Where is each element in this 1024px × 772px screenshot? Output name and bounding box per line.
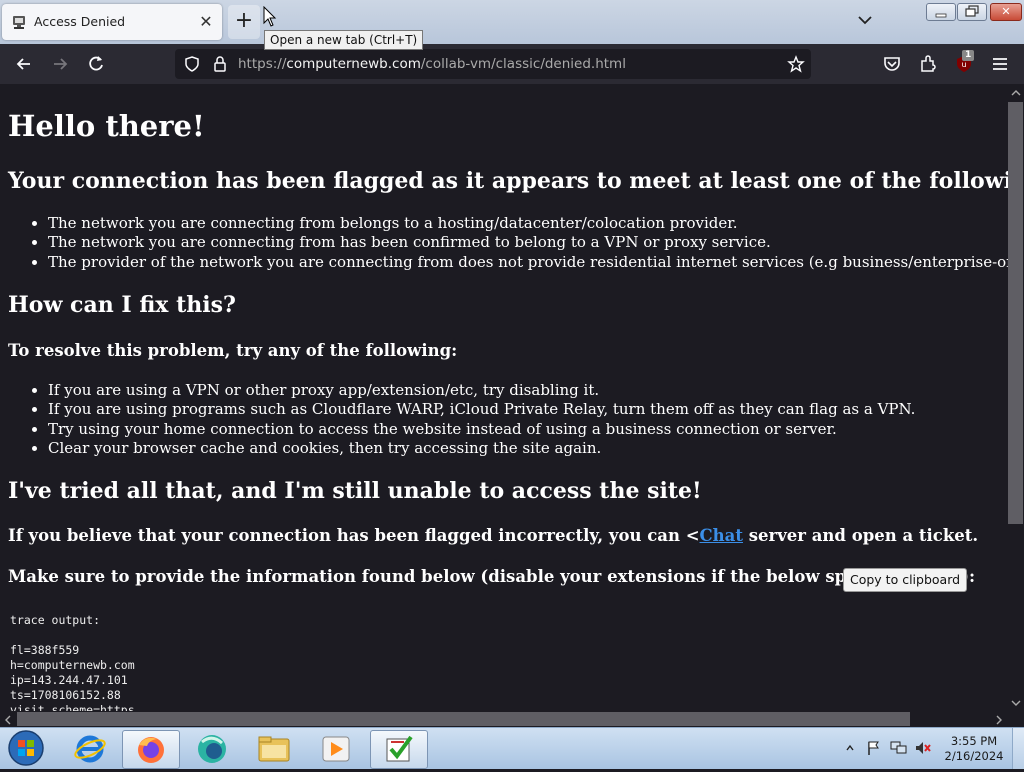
taskbar-media-player[interactable] [308, 730, 364, 767]
fix-list: If you are using a VPN or other proxy ap… [24, 381, 915, 458]
app-checklist-icon [386, 735, 413, 762]
taskbar-firefox[interactable] [122, 730, 180, 769]
back-icon[interactable] [14, 54, 34, 74]
info-text: Make sure to provide the information fou… [8, 567, 976, 586]
close-window-button[interactable]: ✕ [990, 3, 1022, 21]
lock-icon[interactable] [211, 55, 229, 73]
pocket-icon[interactable] [882, 54, 902, 74]
forward-icon[interactable] [50, 54, 70, 74]
action-center-flag-icon[interactable] [866, 740, 882, 756]
still-unable-heading: I've tried all that, and I'm still unabl… [8, 478, 702, 504]
taskbar-clock[interactable]: 3:55 PM 2/16/2024 [942, 734, 1006, 764]
minimize-window-button[interactable] [926, 3, 956, 21]
list-item: If you are using a VPN or other proxy ap… [48, 381, 915, 400]
vertical-scrollbar-thumb[interactable] [1008, 102, 1023, 524]
restore-icon [965, 5, 979, 17]
horizontal-scrollbar-thumb[interactable] [17, 712, 910, 726]
taskbar: 3:55 PM 2/16/2024 [0, 727, 1024, 769]
start-orb-icon[interactable] [6, 729, 46, 767]
tab-title: Access Denied [34, 14, 126, 29]
copy-to-clipboard-button[interactable]: Copy to clipboard [843, 568, 968, 592]
page-title: Hello there! [8, 109, 205, 143]
scroll-left-arrow-icon[interactable] [3, 714, 13, 726]
url-bar[interactable]: https://computernewb.com/collab-vm/class… [175, 49, 811, 79]
bookmark-star-icon[interactable] [787, 55, 805, 73]
clock-date: 2/16/2024 [944, 749, 1004, 763]
firefox-icon [138, 737, 164, 763]
tab-bar: Access Denied ✕ + ✕ [0, 0, 1024, 44]
tab-close-icon[interactable]: ✕ [196, 12, 216, 32]
volume-muted-icon[interactable] [914, 740, 932, 756]
new-tab-button[interactable]: + [228, 5, 260, 39]
reload-icon[interactable] [86, 54, 106, 74]
trace-output[interactable]: trace output: fl=388f559 h=computernewb.… [10, 613, 135, 711]
restore-window-button[interactable] [957, 3, 987, 21]
new-tab-tooltip: Open a new tab (Ctrl+T) [264, 30, 424, 50]
list-item: Clear your browser cache and cookies, th… [48, 439, 915, 458]
list-item: If you are using programs such as Cloudf… [48, 400, 915, 419]
tracking-shield-icon[interactable] [183, 55, 201, 73]
ticket-text: If you believe that your connection has … [8, 526, 979, 545]
navigation-toolbar: https://computernewb.com/collab-vm/class… [0, 44, 1024, 84]
scroll-right-arrow-icon[interactable] [994, 714, 1004, 726]
minimize-icon [935, 13, 947, 18]
internet-explorer-icon [74, 735, 106, 763]
edge-like-icon [198, 735, 226, 763]
tab-access-denied[interactable]: Access Denied ✕ [2, 4, 222, 40]
menu-icon[interactable] [990, 54, 1010, 74]
fix-subheading: To resolve this problem, try any of the … [8, 341, 458, 360]
url-text[interactable]: https://computernewb.com/collab-vm/class… [238, 56, 626, 72]
criteria-heading: Your connection has been flagged as it a… [8, 168, 1008, 194]
list-item: The network you are connecting from has … [48, 233, 1008, 252]
chat-link[interactable]: Chat [700, 526, 743, 545]
extensions-icon[interactable] [918, 54, 938, 74]
taskbar-edge-app[interactable] [184, 730, 240, 767]
scroll-down-arrow-icon[interactable] [1010, 698, 1022, 708]
taskbar-file-explorer[interactable] [246, 730, 302, 767]
show-desktop-button[interactable] [1012, 728, 1024, 769]
vm-favicon-icon [13, 16, 25, 29]
list-item: The provider of the network you are conn… [48, 253, 1008, 272]
clock-time: 3:55 PM [950, 734, 998, 748]
scroll-up-arrow-icon[interactable] [1010, 88, 1022, 98]
taskbar-internet-explorer[interactable] [62, 730, 118, 767]
extension-badge: 1 [962, 50, 975, 61]
show-hidden-icons-icon[interactable] [845, 743, 855, 753]
list-all-tabs-icon[interactable] [855, 10, 875, 30]
list-item: The network you are connecting from belo… [48, 214, 1008, 233]
file-explorer-icon [258, 736, 290, 762]
list-item: Try using your home connection to access… [48, 420, 915, 439]
mouse-cursor-icon [263, 6, 277, 27]
svg-text:u: u [961, 60, 966, 69]
fix-heading: How can I fix this? [8, 292, 236, 318]
network-icon[interactable] [890, 740, 908, 756]
criteria-list: The network you are connecting from belo… [24, 214, 1008, 272]
media-player-icon [322, 736, 350, 762]
taskbar-checklist-app[interactable] [370, 730, 428, 769]
page-content: Hello there! Your connection has been fl… [0, 85, 1008, 711]
